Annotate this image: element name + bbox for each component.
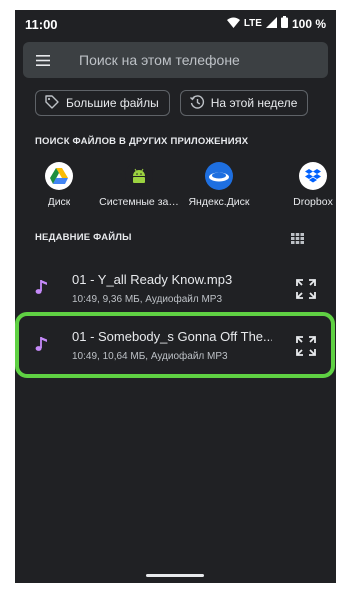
app-google-drive[interactable]: Диск [19,162,99,208]
wifi-icon [226,16,240,31]
status-indicators: LTE 100 % [226,16,326,31]
status-bar: 11:00 LTE 100 % [15,10,336,40]
app-dropbox[interactable]: Dropbox [273,162,336,208]
apps-section-title: ПОИСК ФАЙЛОВ В ДРУГИХ ПРИЛОЖЕНИЯХ [35,136,249,147]
expand-icon[interactable] [295,278,317,305]
phone-screen: 11:00 LTE 100 % Поиск на этом телефоне Б… [15,10,336,583]
grid-view-icon[interactable] [291,231,304,249]
app-label: Яндекс.Диск [188,196,250,208]
hamburger-menu-icon[interactable] [23,42,63,78]
home-indicator[interactable] [146,574,204,577]
app-label: Dropbox [293,196,333,208]
app-label: Диск [47,196,71,208]
yandex-disk-icon [205,162,233,190]
apps-row: Диск Системные за… Яндекс.Диск Dropbox [15,162,336,224]
chip-this-week[interactable]: На этой неделе [179,90,309,116]
chip-label: На этой неделе [210,96,298,110]
search-input[interactable]: Поиск на этом телефоне [79,52,240,68]
status-time: 11:00 [25,17,58,32]
search-bar[interactable]: Поиск на этом телефоне [23,42,328,78]
music-note-icon [35,278,49,301]
filter-chips: Большие файлы На этой неделе [35,90,309,116]
highlight-frame [15,312,335,378]
google-drive-icon [45,162,73,190]
battery-percentage: 100 % [291,16,326,31]
tag-icon [44,94,60,113]
dropbox-icon [299,162,327,190]
app-label: Системные за… [99,196,179,208]
recent-section-title: НЕДАВНИЕ ФАЙЛЫ [35,232,132,243]
chip-label: Большие файлы [66,96,159,110]
history-icon [189,94,205,113]
chip-large-files[interactable]: Большие файлы [35,90,170,116]
app-yandex-disk[interactable]: Яндекс.Диск [179,162,259,208]
android-icon [125,162,153,190]
battery-icon [280,16,288,31]
file-row[interactable]: 01 - Y_all Ready Know.mp3 10:49, 9,36 МБ… [15,264,336,318]
app-system-files[interactable]: Системные за… [99,162,179,208]
file-name: 01 - Y_all Ready Know.mp3 [72,272,233,287]
file-meta: 10:49, 9,36 МБ, Аудиофайл MP3 [72,294,223,305]
network-type: LTE [243,18,262,29]
signal-icon [265,16,277,31]
